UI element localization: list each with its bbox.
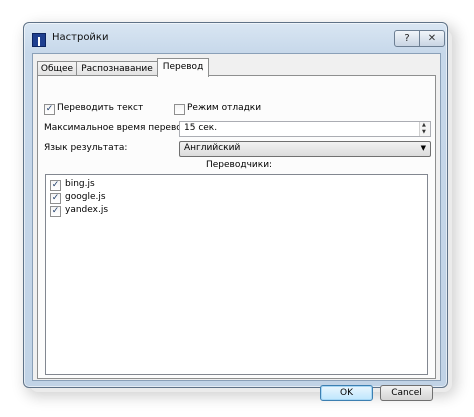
result-lang-value: Английский [184, 143, 241, 153]
max-time-spinbox[interactable]: 15 сек. ▲ ▼ [179, 121, 431, 137]
ok-button[interactable]: OK [320, 385, 373, 401]
tab-recognition[interactable]: Распознавание [76, 61, 158, 76]
result-lang-combobox[interactable]: Английский ▼ [179, 141, 431, 157]
translator-checkbox[interactable]: ✓ [50, 193, 61, 204]
tab-general[interactable]: Общее [37, 61, 77, 76]
check-icon: ✓ [51, 193, 60, 203]
check-icon: ✓ [45, 104, 54, 114]
translators-list[interactable]: ✓ bing.js ✓ google.js ✓ yandex.js [45, 174, 428, 375]
cancel-button[interactable]: Cancel [380, 385, 433, 401]
spin-down-icon[interactable]: ▼ [422, 130, 426, 135]
check-icon: ✓ [51, 206, 60, 216]
translator-label: bing.js [65, 179, 95, 189]
translate-text-checkbox[interactable]: ✓ [44, 104, 55, 115]
close-icon: ✕ [427, 33, 437, 44]
spin-up-icon[interactable]: ▲ [422, 123, 426, 128]
title-bar[interactable]: Настройки ? ✕ [24, 23, 447, 53]
help-button[interactable]: ? [394, 30, 420, 47]
tab-translation[interactable]: Перевод [157, 58, 209, 77]
translators-heading: Переводчики: [206, 160, 273, 170]
tab-general-label: Общее [40, 64, 74, 74]
app-icon [32, 33, 46, 47]
tab-recognition-label: Распознавание [81, 64, 153, 74]
result-lang-label: Язык результата: [44, 143, 128, 153]
max-time-value: 15 сек. [184, 123, 218, 133]
dialog-client-area: Общее Распознавание Перевод ✓ Переводить… [32, 53, 441, 381]
debug-mode-checkbox[interactable] [174, 104, 185, 115]
debug-mode-label: Режим отладки [187, 103, 262, 113]
settings-dialog: Настройки ? ✕ Общее Распознавание Перево… [23, 22, 448, 401]
translate-text-label: Переводить текст [57, 103, 144, 113]
translator-checkbox[interactable]: ✓ [50, 180, 61, 191]
translator-label: yandex.js [65, 205, 109, 215]
window-title: Настройки [52, 32, 109, 43]
translator-label: google.js [65, 192, 106, 202]
tab-translation-label: Перевод [162, 62, 204, 72]
check-icon: ✓ [51, 180, 60, 190]
max-time-label: Максимальное время перевода: [44, 123, 197, 133]
translation-tab-panel: ✓ Переводить текст Режим отладки Максима… [37, 75, 436, 379]
close-button[interactable]: ✕ [419, 30, 445, 47]
chevron-down-icon: ▼ [420, 144, 426, 152]
spin-arrows: ▲ ▼ [419, 122, 430, 136]
translator-checkbox[interactable]: ✓ [50, 206, 61, 217]
